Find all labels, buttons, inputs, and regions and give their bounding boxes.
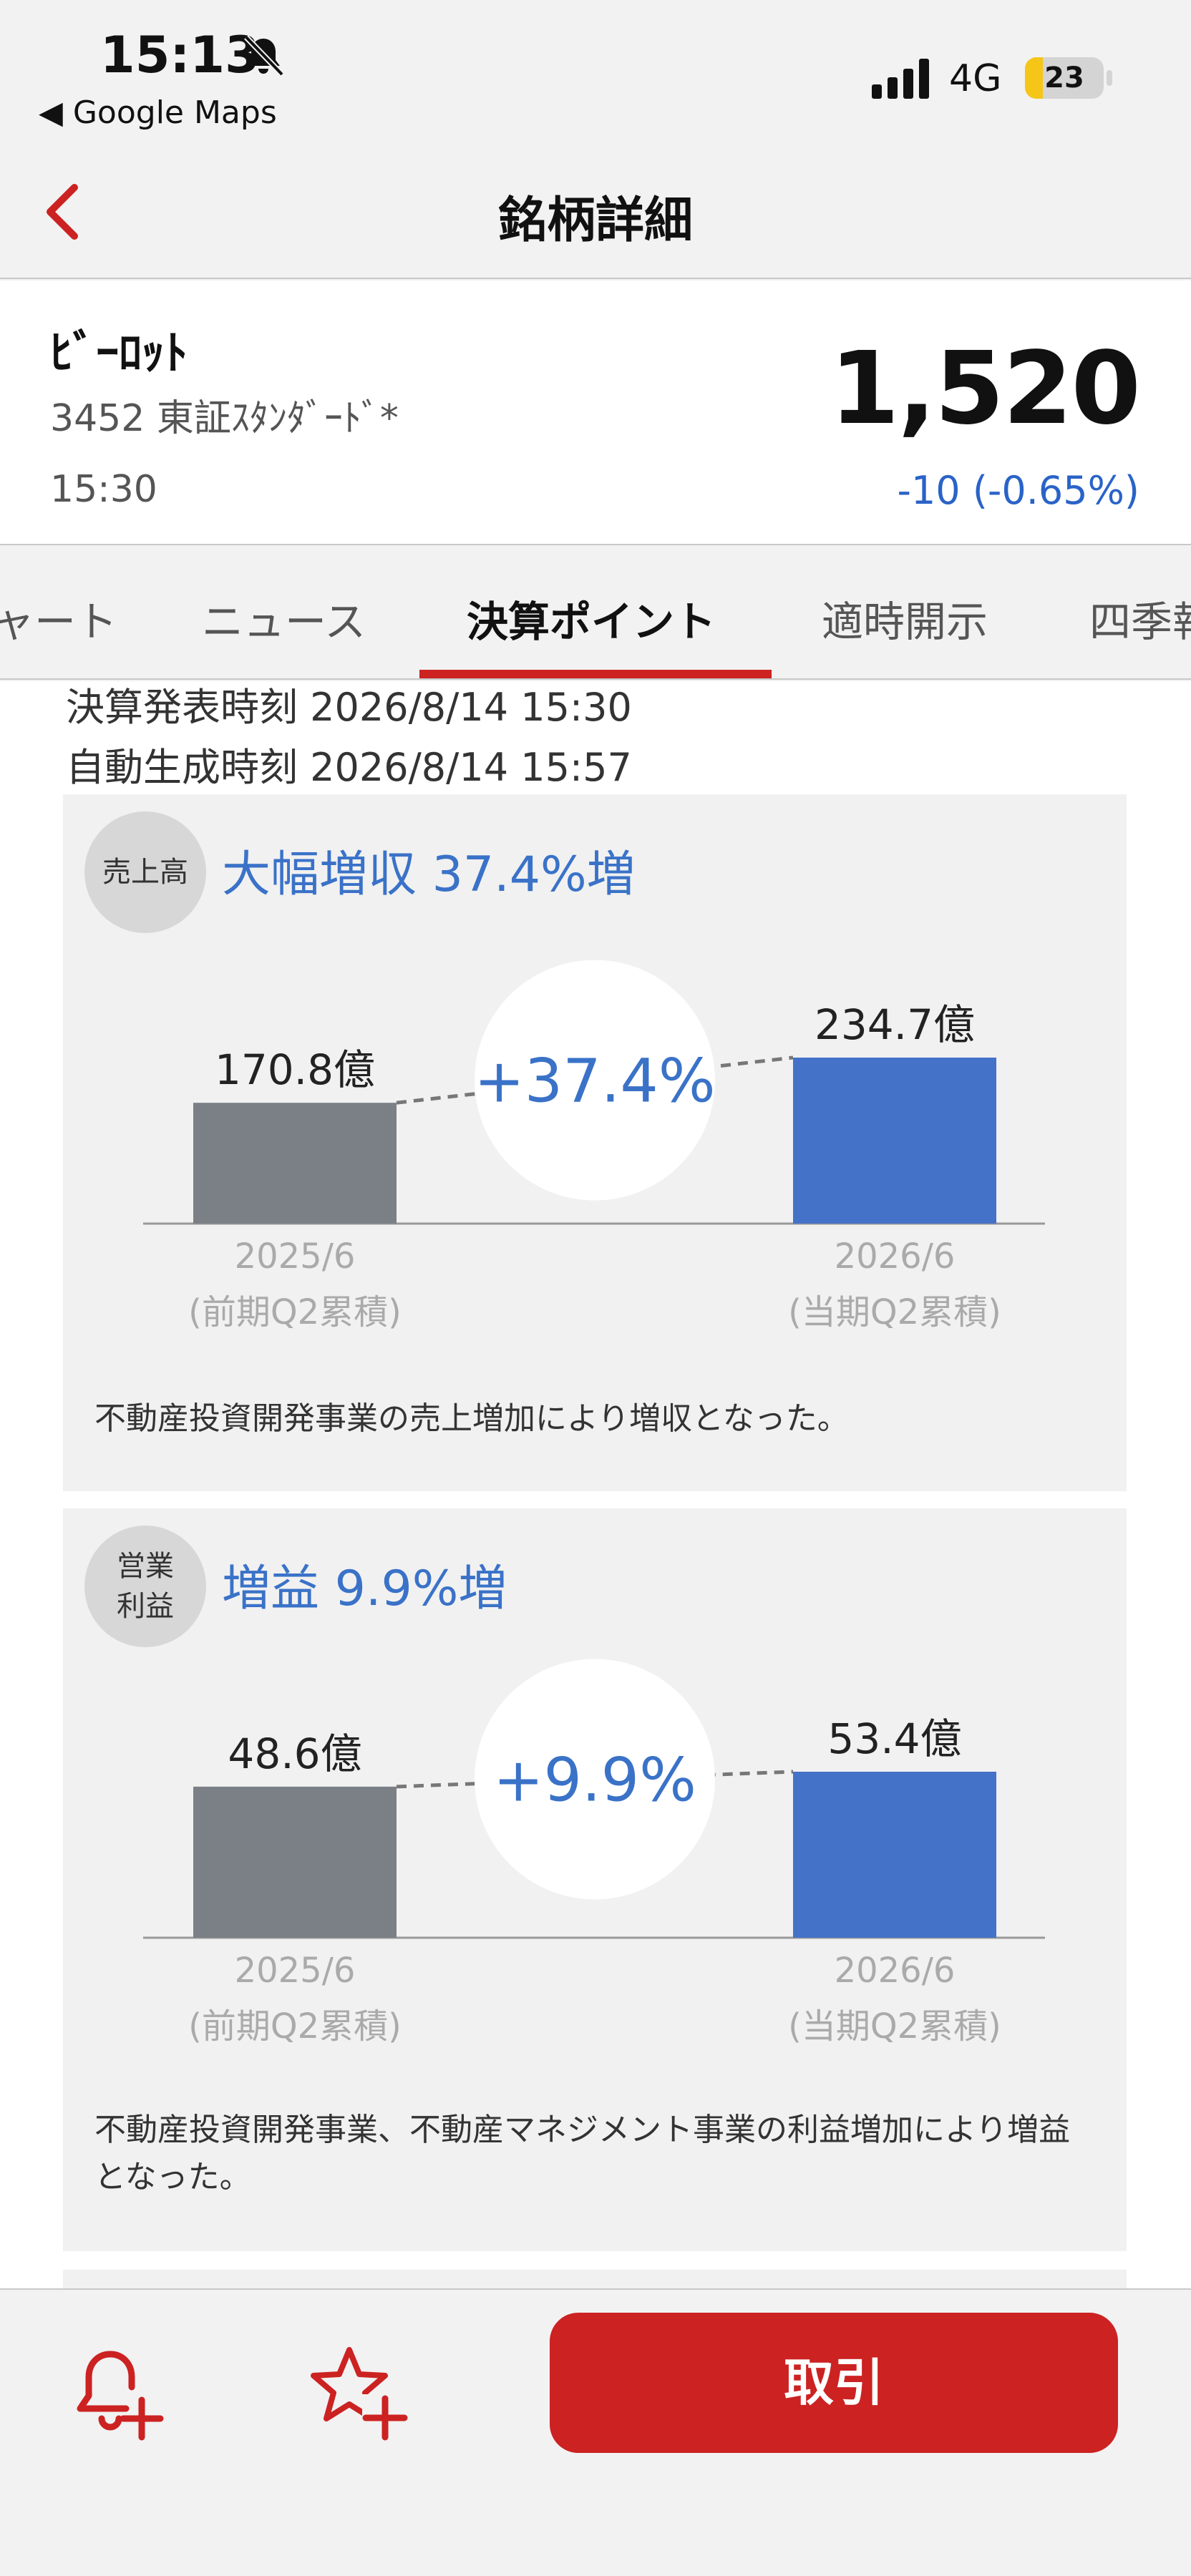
stock-header: ﾋﾞｰﾛｯﾄ 3452 東証ｽﾀﾝﾀﾞｰﾄﾞ* 15:30 1,520 -10 … [0, 280, 1191, 545]
stock-code-market: 3452 東証ｽﾀﾝﾀﾞｰﾄﾞ* [50, 397, 399, 440]
change-percent-label: +37.4% [474, 1046, 715, 1116]
revenue-chart: 170.8億 234.7億 +37.4% 2025/6 (前期Q2累積) 2026/6 (当… [143, 960, 1045, 1332]
prev-period-sublabel: (前期Q2累積) [188, 1292, 402, 1332]
prev-value-label: 170.8億 [215, 1045, 375, 1094]
network-type: 4G [949, 57, 1002, 100]
stock-name: ﾋﾞｰﾛｯﾄ [50, 327, 188, 380]
next-card-edge [63, 2270, 1127, 2288]
badge-label-line2: 利益 [117, 1590, 174, 1623]
announce-time: 決算発表時刻 2026/8/14 15:30 [66, 685, 632, 730]
battery-level: 23 [1044, 62, 1084, 94]
tab-timely-disclosure[interactable]: 適時開示 [822, 588, 988, 648]
tab-chart[interactable]: ャート [0, 588, 117, 648]
tab-shikiho[interactable]: 四季報 [1089, 588, 1191, 648]
change-percent-label: +9.9% [493, 1745, 696, 1815]
generated-time: 自動生成時刻 2026/8/14 15:57 [66, 745, 632, 790]
prev-period-bar [193, 1103, 397, 1224]
prev-value-label: 48.6億 [228, 1729, 361, 1778]
back-to-google-maps-link[interactable]: ◀ Google Maps [39, 94, 277, 131]
stock-price-change: -10 (-0.65%) [897, 468, 1139, 513]
curr-value-label: 234.7億 [815, 1000, 975, 1049]
revenue-card: 売上高 大幅増収 37.4%増 170.8億 234.7億 +37.4% 2025/6… [63, 794, 1127, 1491]
prev-period-sublabel: (前期Q2累積) [188, 2006, 402, 2046]
bell-slash-icon [244, 35, 284, 77]
tab-news[interactable]: ニュース [202, 588, 366, 648]
badge-label: 売上高 [102, 856, 188, 889]
curr-period-sublabel: (当期Q2累積) [788, 1292, 1001, 1332]
stock-time: 15:30 [50, 468, 157, 511]
revenue-headline: 大幅増収 37.4%増 [222, 847, 636, 903]
tab-bar: ャート ニュース 決算ポイント 適時開示 四季報 [0, 547, 1191, 680]
curr-value-label: 53.4億 [827, 1714, 961, 1763]
battery-tip [1107, 70, 1112, 86]
bell-plus-icon[interactable] [69, 2344, 169, 2444]
star-plus-icon[interactable] [309, 2341, 409, 2441]
status-time: 15:13 [100, 26, 260, 84]
stock-price: 1,520 [830, 331, 1141, 447]
curr-period-bar [793, 1772, 996, 1938]
prev-period-label: 2025/6 [235, 1236, 356, 1277]
page-title: 銘柄詳細 [497, 192, 693, 249]
tab-earnings-points[interactable]: 決算ポイント [467, 588, 716, 648]
curr-period-label: 2026/6 [835, 1236, 956, 1277]
operating-profit-comment: 不動産投資開発事業、不動産マネジメント事業の利益増加により増益となった。 [94, 2112, 1071, 2195]
operating-profit-headline: 増益 9.9%増 [222, 1561, 507, 1617]
signal-bars-icon [872, 59, 929, 99]
nav-bar: 銘柄詳細 [0, 143, 1191, 279]
earnings-content[interactable]: 決算発表時刻 2026/8/14 15:30 自動生成時刻 2026/8/14 … [0, 681, 1191, 2288]
trade-button[interactable]: 取引 [550, 2313, 1118, 2453]
battery-icon: 23 [1025, 57, 1104, 99]
curr-period-sublabel: (当期Q2累積) [788, 2006, 1001, 2046]
operating-profit-card: 営業 利益 増益 9.9%増 48.6億 53.4億 +9.9% 2025/6 (前期Q… [63, 1508, 1127, 2251]
revenue-badge: 売上高 [84, 811, 206, 933]
revenue-comment: 不動産投資開発事業の売上増加により増収となった。 [94, 1400, 849, 1437]
curr-period-label: 2026/6 [835, 1951, 956, 1991]
prev-period-bar [193, 1786, 397, 1938]
curr-period-bar [793, 1058, 996, 1224]
status-bar: 15:13 ◀ Google Maps 4G 23 [0, 0, 1191, 143]
active-tab-indicator [419, 670, 772, 678]
badge-label-line1: 営業 [117, 1550, 174, 1583]
operating-profit-chart: 48.6億 53.4億 +9.9% 2025/6 (前期Q2累積) 2026/6 (当期Q2… [143, 1659, 1045, 2046]
prev-period-label: 2025/6 [235, 1951, 356, 1991]
operating-profit-badge: 営業 利益 [84, 1526, 206, 1647]
bottom-action-bar: 取引 [0, 2288, 1191, 2576]
